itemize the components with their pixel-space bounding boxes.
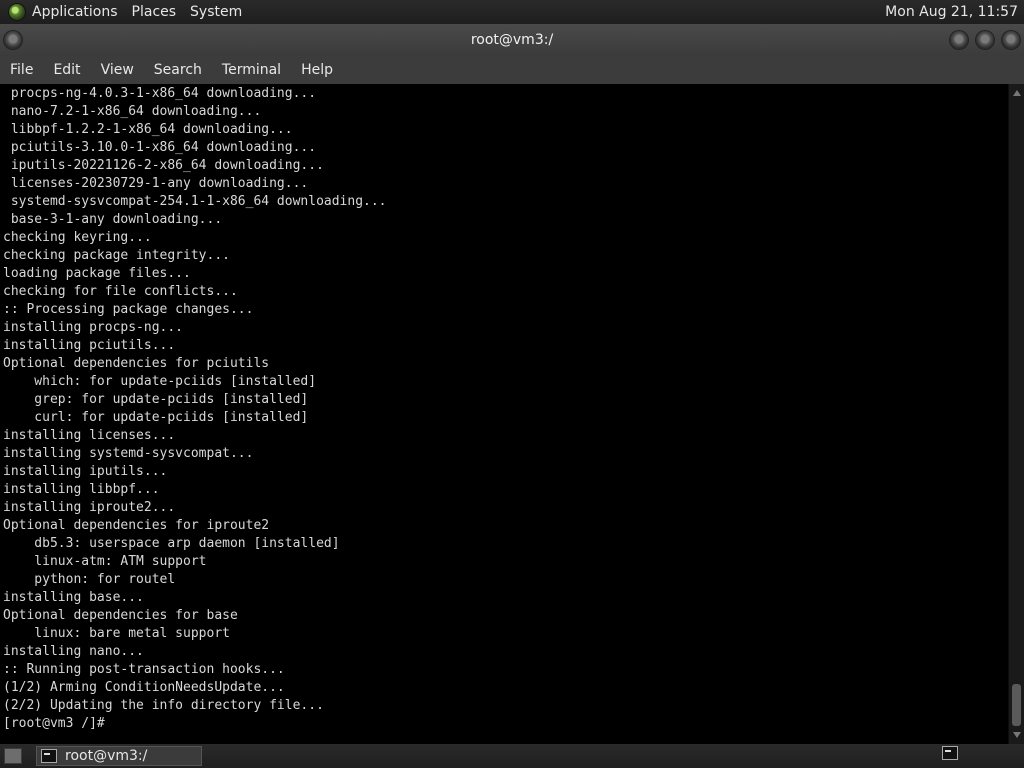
terminal-line: :: Running post-transaction hooks... — [3, 662, 285, 677]
show-desktop-icon[interactable] — [4, 748, 22, 764]
terminal-line: installing pciutils... — [3, 338, 176, 353]
panel-menu-system[interactable]: System — [190, 4, 242, 20]
top-panel: Applications Places System Mon Aug 21, 1… — [0, 0, 1024, 24]
panel-menu: Applications Places System — [32, 4, 242, 20]
terminal-menubar: File Edit View Search Terminal Help — [0, 56, 1024, 84]
menu-edit[interactable]: Edit — [43, 56, 90, 84]
terminal-line: nano-7.2-1-x86_64 downloading... — [3, 104, 262, 119]
terminal-line: installing libbpf... — [3, 482, 160, 497]
terminal-line: pciutils-3.10.0-1-x86_64 downloading... — [3, 140, 317, 155]
terminal-line: libbpf-1.2.2-1-x86_64 downloading... — [3, 122, 293, 137]
menu-file[interactable]: File — [0, 56, 43, 84]
terminal-line: linux: bare metal support — [3, 626, 230, 641]
terminal-line: (2/2) Updating the info directory file..… — [3, 698, 324, 713]
terminal-line: which: for update-pciids [installed] — [3, 374, 317, 389]
taskbar-window-button[interactable]: root@vm3:/ — [36, 746, 202, 766]
scroll-up-arrow-icon[interactable] — [1013, 90, 1021, 96]
terminal-line: [root@vm3 /]# — [3, 716, 105, 731]
terminal-line: installing iputils... — [3, 464, 168, 479]
terminal-line: curl: for update-pciids [installed] — [3, 410, 309, 425]
close-icon[interactable] — [1002, 31, 1020, 49]
terminal-line: installing procps-ng... — [3, 320, 184, 335]
terminal-line: installing base... — [3, 590, 144, 605]
menu-help[interactable]: Help — [291, 56, 343, 84]
terminal-line: grep: for update-pciids [installed] — [3, 392, 309, 407]
panel-menu-applications[interactable]: Applications — [32, 4, 118, 20]
terminal-line: systemd-sysvcompat-254.1-1-x86_64 downlo… — [3, 194, 387, 209]
window-menu-icon[interactable] — [4, 31, 22, 49]
terminal-line: loading package files... — [3, 266, 191, 281]
terminal-line: checking keyring... — [3, 230, 152, 245]
terminal-line: checking package integrity... — [3, 248, 230, 263]
terminal-line: python: for routel — [3, 572, 176, 587]
terminal-line: :: Processing package changes... — [3, 302, 254, 317]
terminal-output[interactable]: procps-ng-4.0.3-1-x86_64 downloading... … — [0, 84, 1008, 744]
scroll-down-arrow-icon[interactable] — [1013, 732, 1021, 738]
terminal-scrollbar[interactable] — [1008, 84, 1024, 744]
terminal-line: linux-atm: ATM support — [3, 554, 207, 569]
terminal-line: Optional dependencies for base — [3, 608, 238, 623]
minimize-icon[interactable] — [950, 31, 968, 49]
terminal-line: iputils-20221126-2-x86_64 downloading... — [3, 158, 324, 173]
terminal-line: installing licenses... — [3, 428, 176, 443]
bottom-panel: root@vm3:/ — [0, 744, 1024, 768]
terminal-line: Optional dependencies for iproute2 — [3, 518, 270, 533]
clock[interactable]: Mon Aug 21, 11:57 — [885, 4, 1024, 20]
menu-view[interactable]: View — [91, 56, 144, 84]
terminal-line: Optional dependencies for pciutils — [3, 356, 270, 371]
terminal-line: installing systemd-sysvcompat... — [3, 446, 254, 461]
window-titlebar[interactable]: root@vm3:/ — [0, 24, 1024, 56]
terminal-icon — [41, 749, 57, 763]
terminal-line: (1/2) Arming ConditionNeedsUpdate... — [3, 680, 285, 695]
maximize-icon[interactable] — [976, 31, 994, 49]
terminal-line: procps-ng-4.0.3-1-x86_64 downloading... — [3, 86, 317, 101]
terminal-line: installing nano... — [3, 644, 144, 659]
menu-terminal[interactable]: Terminal — [212, 56, 291, 84]
tray-terminal-icon[interactable] — [942, 746, 958, 760]
panel-menu-places[interactable]: Places — [132, 4, 177, 20]
applications-logo-icon[interactable] — [8, 3, 26, 21]
window-title: root@vm3:/ — [470, 32, 554, 48]
scroll-thumb[interactable] — [1012, 684, 1021, 726]
terminal-line: installing iproute2... — [3, 500, 176, 515]
terminal-line: base-3-1-any downloading... — [3, 212, 223, 227]
menu-search[interactable]: Search — [144, 56, 212, 84]
taskbar-window-label: root@vm3:/ — [65, 748, 148, 764]
terminal-line: checking for file conflicts... — [3, 284, 238, 299]
terminal-line: licenses-20230729-1-any downloading... — [3, 176, 309, 191]
terminal-line: db5.3: userspace arp daemon [installed] — [3, 536, 340, 551]
